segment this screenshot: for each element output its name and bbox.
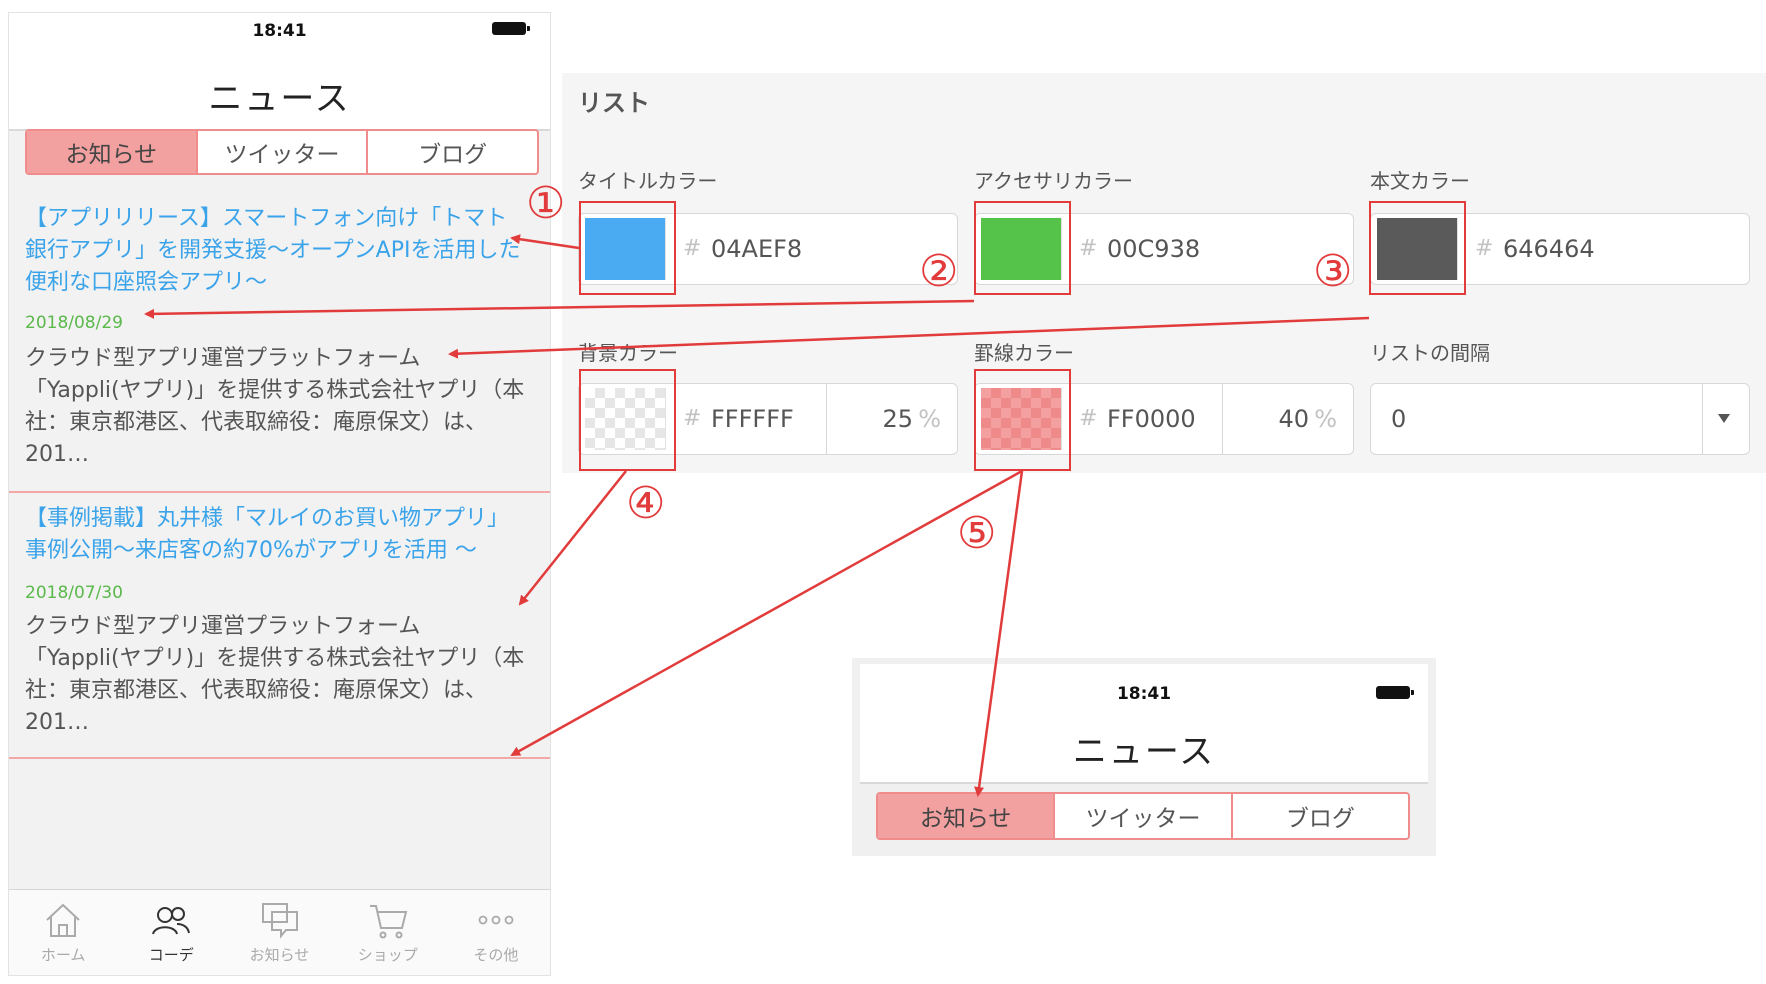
tab-more[interactable]: その他 (442, 890, 550, 975)
home-icon (46, 903, 80, 937)
segment-notice[interactable]: お知らせ (878, 794, 1054, 838)
cart-icon (369, 905, 407, 939)
page-title: ニュース (208, 79, 351, 119)
segment-twitter[interactable]: ツイッター (1053, 794, 1230, 838)
tab-coordinate[interactable]: コーデ (117, 890, 225, 975)
tab-home[interactable]: ホーム (9, 890, 117, 975)
preview-screenshot: 18:41 ニュース お知らせ ツイッター ブログ (852, 658, 1436, 856)
nav-bar: ニュース (9, 53, 550, 131)
news-body: クラウド型アプリ運営プラットフォーム「Yappli(ヤプリ)」を提供する株式会社… (25, 346, 525, 467)
tab-shop[interactable]: ショップ (334, 890, 442, 975)
list-settings-panel: リスト タイトルカラー # 04AEF8 アクセサリカラー # 00C938 本… (562, 73, 1766, 473)
rule-opacity-field[interactable]: 40 % (1222, 384, 1353, 454)
segment-twitter[interactable]: ツイッター (195, 131, 367, 173)
hash-label: # (1079, 406, 1098, 431)
battery-icon (492, 22, 530, 35)
highlight-box-accessory-color (974, 201, 1071, 295)
rule-opacity-value: 40 (1278, 405, 1309, 433)
tab-bar: ホーム コーデ お知らせ ショップ その他 (9, 889, 550, 975)
percent-label: % (918, 405, 941, 433)
body-color-label: 本文カラー (1370, 169, 1470, 193)
news-date: 2018/08/29 (25, 313, 123, 333)
accessory-color-label: アクセサリカラー (974, 169, 1133, 193)
news-title: 【事例掲載】丸井様「マルイのお買い物アプリ」事例公開～来店客の約70%がアプリを… (25, 506, 510, 563)
highlight-box-title-color (579, 201, 676, 295)
marker-4: ④ (626, 478, 666, 529)
news-list-item-2[interactable]: 【事例掲載】丸井様「マルイのお買い物アプリ」事例公開～来店客の約70%がアプリを… (9, 491, 550, 759)
news-list-item-1[interactable]: 【アプリリリース】スマートフォン向け「トマト銀行アプリ」を開発支援～オープンAP… (9, 183, 550, 493)
marker-3: ③ (1313, 246, 1353, 297)
tab-label: その他 (473, 946, 519, 964)
chevron-down-icon (1718, 414, 1730, 423)
background-opacity-field[interactable]: 25 % (826, 384, 957, 454)
panel-title: リスト (578, 89, 650, 117)
news-body: クラウド型アプリ運営プラットフォーム「Yappli(ヤプリ)」を提供する株式会社… (25, 614, 525, 735)
hash-label: # (1079, 236, 1098, 261)
segment-blog[interactable]: ブログ (1230, 794, 1408, 838)
status-time: 18:41 (1116, 684, 1172, 704)
list-spacing-value: 0 (1391, 405, 1407, 433)
segment-notice[interactable]: お知らせ (27, 131, 196, 173)
news-title: 【アプリリリース】スマートフォン向け「トマト銀行アプリ」を開発支援～オープンAP… (25, 206, 521, 295)
dropdown-toggle[interactable] (1702, 384, 1749, 454)
list-spacing-select[interactable]: 0 (1370, 383, 1750, 455)
marker-2: ② (919, 246, 959, 297)
highlight-box-body-color (1369, 201, 1466, 295)
background-color-hex[interactable]: FFFFFF (711, 405, 794, 433)
people-icon (152, 907, 191, 935)
status-time: 18:41 (252, 21, 307, 41)
segment-blog[interactable]: ブログ (366, 131, 537, 173)
tab-label: コーデ (148, 946, 194, 964)
highlight-box-background-color (579, 369, 676, 471)
background-opacity-value: 25 (882, 405, 913, 433)
body-color-hex[interactable]: 646464 (1503, 235, 1595, 263)
highlight-box-rule-color (974, 369, 1071, 471)
title-color-label: タイトルカラー (578, 169, 718, 193)
page-title: ニュース (1072, 732, 1216, 772)
background-color-label: 背景カラー (578, 341, 678, 365)
percent-label: % (1314, 405, 1337, 433)
accessory-color-hex[interactable]: 00C938 (1107, 235, 1200, 263)
preview-header: 18:41 ニュース (860, 664, 1428, 784)
phone-screen: 18:41 ニュース お知らせ ツイッター ブログ 【アプリリリース】スマートフ… (8, 12, 551, 976)
news-segmented-control: お知らせ ツイッター ブログ (25, 129, 539, 175)
rule-color-hex[interactable]: FF0000 (1107, 405, 1196, 433)
hash-label: # (1475, 236, 1494, 261)
preview-segmented-control: お知らせ ツイッター ブログ (876, 792, 1410, 840)
tab-label: ショップ (357, 946, 418, 964)
marker-1: ① (526, 178, 566, 229)
chat-icon (261, 903, 298, 939)
news-date: 2018/07/30 (25, 583, 123, 603)
list-spacing-label: リストの間隔 (1370, 341, 1490, 365)
status-bar: 18:41 (9, 13, 550, 53)
tab-label: ホーム (40, 946, 86, 964)
more-icon (478, 915, 514, 925)
rule-color-label: 罫線カラー (974, 341, 1074, 365)
title-color-hex[interactable]: 04AEF8 (711, 235, 802, 263)
hash-label: # (683, 236, 702, 261)
battery-icon (1376, 686, 1414, 699)
marker-5: ⑤ (957, 508, 997, 559)
tab-notice[interactable]: お知らせ (225, 890, 333, 975)
hash-label: # (683, 406, 702, 431)
tab-label: お知らせ (249, 946, 310, 964)
